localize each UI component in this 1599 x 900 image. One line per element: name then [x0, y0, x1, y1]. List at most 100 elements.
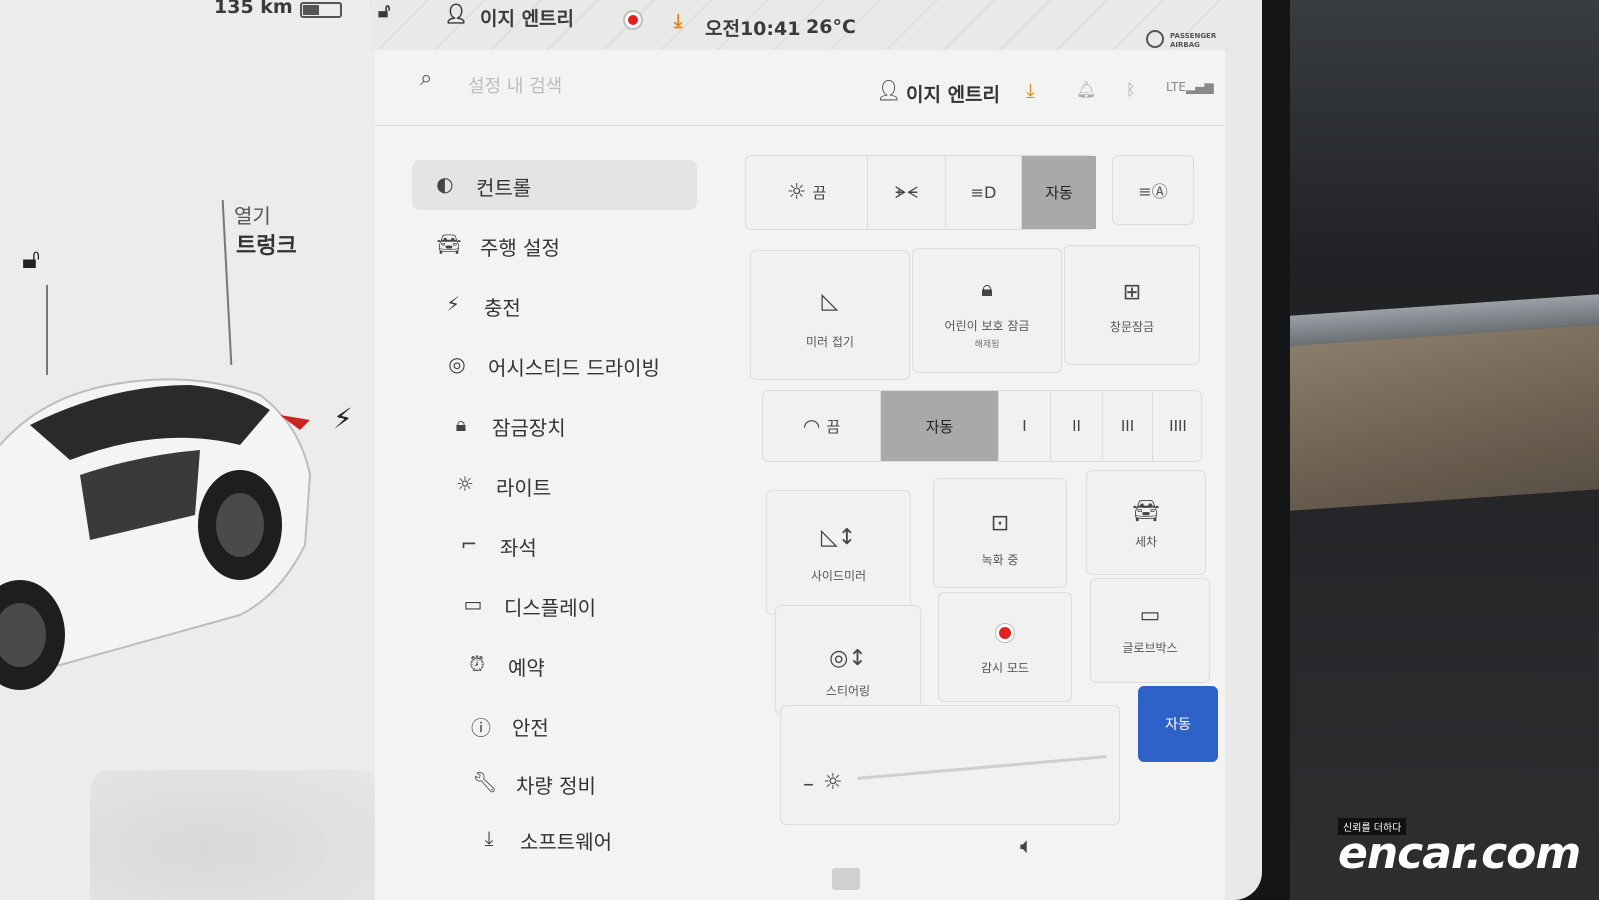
charge-port-icon[interactable]: ⚡︎	[333, 402, 353, 435]
bluetooth-icon[interactable]: ᛒ	[1126, 80, 1136, 99]
passenger-airbag-indicator: PASSENGER AIRBAG	[1146, 30, 1226, 52]
sentry-mode-tile[interactable]: 감시 모드	[938, 592, 1072, 702]
car-wash-tile[interactable]: 🚘︎ 세차	[1086, 470, 1206, 575]
download-icon[interactable]: ⤓	[674, 10, 682, 32]
status-user-name[interactable]: 이지 엔트리	[480, 4, 574, 31]
toggle-icon: ◐	[436, 172, 454, 196]
bolt-icon: ⚡︎	[445, 292, 461, 316]
menu-item-seats[interactable]: ⌐ 좌석	[436, 520, 721, 570]
wiper-speed-label: IIII	[1169, 417, 1187, 435]
menu-item-label: 디스플레이	[504, 596, 596, 620]
menu-item-assisted-driving[interactable]: ◎ 어시스티드 드라이빙	[424, 340, 709, 390]
software-download-icon[interactable]: ⤓	[1026, 78, 1035, 102]
wiper-speed-1-button[interactable]: I	[999, 391, 1051, 461]
search-icon[interactable]: ⌕	[420, 66, 432, 91]
signal-icon: LTE▂▄▆	[1166, 80, 1214, 94]
headlight-auto-button[interactable]: 자동	[1022, 156, 1096, 229]
airbag-icon	[1146, 30, 1164, 48]
profile-icon[interactable]: 👤︎	[444, 2, 468, 25]
glovebox-tile[interactable]: ▭ 글로브박스	[1090, 578, 1210, 683]
alert-icon: ⓘ	[471, 716, 491, 740]
trunk-open-label[interactable]: 열기	[234, 200, 271, 229]
menu-item-charging[interactable]: ⚡︎ 충전	[420, 280, 705, 330]
download-icon: ⤓	[484, 826, 494, 850]
bottom-bar-control[interactable]	[832, 868, 860, 890]
lock-status-icon[interactable]: 🔓︎	[378, 0, 390, 22]
headlight-auto-label: 자동	[1045, 184, 1073, 202]
dashcam-tile[interactable]: ⊡ 녹화 중	[933, 478, 1067, 588]
header-user-name[interactable]: 이지 엔트리	[906, 80, 1000, 107]
airbag-text-line1: PASSENGER	[1170, 32, 1217, 40]
window-lock-tile[interactable]: ⊞ 창문잠금	[1064, 245, 1200, 365]
wiper-speed-4-button[interactable]: IIII	[1153, 391, 1203, 461]
car-view-pane: 열기 트렁크 🔓︎ ⚡︎	[0, 0, 380, 900]
child-lock-label: 어린이 보호 잠금	[944, 319, 1030, 333]
headlight-off-button[interactable]: ☼ 끔	[746, 156, 868, 229]
wiper-auto-button[interactable]: 자동	[881, 391, 999, 461]
sun-icon: ☼	[456, 472, 474, 496]
touchscreen: 열기 트렁크 🔓︎ ⚡︎ 135 km 🔓︎ 👤︎ 이지 엔트리 ⤓ 오전10:…	[0, 0, 1262, 900]
wiper-speed-3-button[interactable]: III	[1103, 391, 1153, 461]
menu-item-software[interactable]: ⤓ 소프트웨어	[456, 814, 741, 864]
brightness-auto-button[interactable]: 자동	[1138, 686, 1218, 762]
brightness-sun-icon: ☼	[823, 770, 843, 795]
menu-item-driving[interactable]: 🚘︎ 주행 설정	[416, 220, 701, 270]
mirror-adjust-icon: ◺↕	[820, 525, 857, 550]
brightness-slider[interactable]	[857, 755, 1107, 780]
seat-icon: ⌐	[460, 532, 478, 556]
wiper-auto-label: 자동	[925, 417, 954, 436]
menu-item-schedule[interactable]: ⏰︎ 예약	[444, 640, 729, 690]
menu-item-display[interactable]: ▭ 디스플레이	[440, 580, 725, 630]
recording-label: 녹화 중	[981, 553, 1019, 567]
menu-item-service[interactable]: 🔧︎ 차량 정비	[452, 758, 737, 808]
menu-item-label: 컨트롤	[476, 176, 532, 200]
steering-adjust-tile[interactable]: ◎↕ 스티어링	[775, 605, 921, 715]
car-model-image	[0, 378, 312, 690]
glovebox-icon: ▭	[1139, 603, 1161, 628]
side-mirror-tile[interactable]: ◺↕ 사이드미러	[766, 490, 911, 615]
brightness-control: – ☼	[780, 705, 1120, 825]
side-mirror-label: 사이드미러	[810, 569, 867, 583]
child-lock-icon: 🔒︎	[981, 277, 993, 302]
status-bar: 135 km 🔓︎ 👤︎ 이지 엔트리 ⤓ 오전10:41 26°C PASSE…	[0, 0, 1262, 50]
mirror-fold-tile[interactable]: ◺ 미러 접기	[750, 250, 910, 380]
bell-icon[interactable]: 🔔︎	[1076, 80, 1096, 99]
trunk-label[interactable]: 트렁크	[236, 228, 297, 260]
volume-icon[interactable]: 🔈︎	[1020, 834, 1033, 859]
menu-item-label: 라이트	[496, 476, 552, 500]
low-beam-button[interactable]: ≡D	[946, 156, 1022, 229]
clock-text: 오전10:41	[705, 18, 801, 40]
mirror-icon: ◺	[821, 289, 839, 314]
child-lock-tile[interactable]: 🔒︎ 어린이 보호 잠금 해제됨	[912, 248, 1062, 373]
wiper-off-button[interactable]: ◠ 끔	[763, 391, 881, 461]
menu-item-label: 예약	[508, 656, 545, 680]
brightness-minus-icon[interactable]: –	[803, 772, 814, 797]
wiper-speed-2-button[interactable]: II	[1051, 391, 1103, 461]
headlight-off-label: 끔	[812, 184, 827, 202]
menu-item-lights[interactable]: ☼ 라이트	[432, 460, 717, 510]
menu-item-controls[interactable]: ◐ 컨트롤	[412, 160, 697, 210]
parking-lights-icon: ᗘᗕ	[894, 182, 919, 202]
settings-search[interactable]: ⌕ 설정 내 검색	[420, 64, 720, 100]
auto-high-beam-button[interactable]: ≡Ⓐ	[1112, 155, 1194, 225]
menu-item-label: 안전	[512, 716, 549, 740]
menu-item-safety[interactable]: ⓘ 안전	[448, 700, 733, 750]
steering-label: 스티어링	[825, 684, 871, 698]
dashcam-record-icon[interactable]	[623, 10, 643, 30]
sun-icon: ☼	[786, 180, 807, 205]
menu-item-label: 어시스티드 드라이빙	[488, 356, 660, 380]
seat-heater-thumbnail[interactable]	[90, 770, 380, 900]
airbag-text-line2: AIRBAG	[1170, 41, 1200, 49]
wiper-icon: ◠	[802, 414, 821, 438]
search-input[interactable]: 설정 내 검색	[468, 72, 562, 98]
parking-lights-button[interactable]: ᗘᗕ	[868, 156, 946, 229]
menu-item-locks[interactable]: 🔒︎ 잠금장치	[428, 400, 713, 450]
profile-icon[interactable]: 👤︎	[876, 78, 901, 102]
menu-item-label: 잠금장치	[492, 416, 566, 440]
unlock-icon[interactable]: 🔓︎	[22, 242, 40, 276]
watermark-logo: 신뢰를 더하다 encar.com	[1338, 818, 1581, 890]
trunk-leader-line	[221, 200, 233, 365]
car-wash-label: 세차	[1134, 535, 1158, 549]
alarm-icon: ⏰︎	[469, 652, 485, 676]
wrench-icon: 🔧︎	[472, 770, 498, 794]
